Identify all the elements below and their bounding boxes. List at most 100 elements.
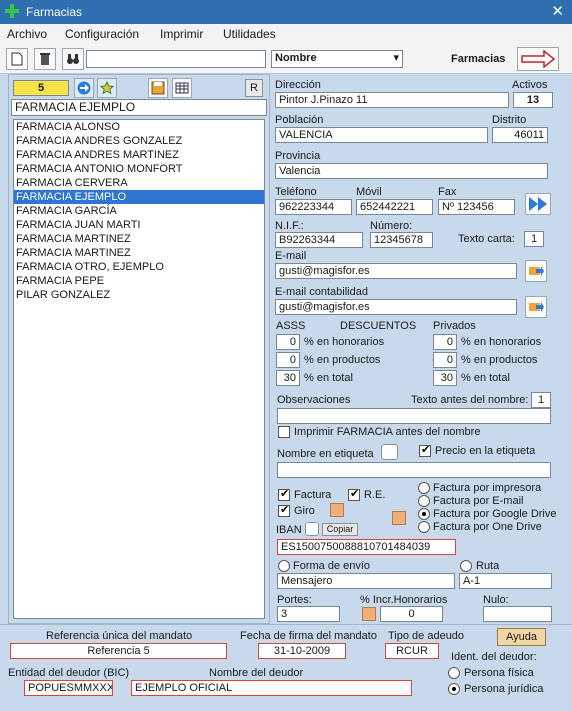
next-record-button[interactable] [74, 78, 94, 98]
activos-label: Activos [512, 79, 548, 91]
re-checkbox[interactable] [348, 487, 360, 501]
nif-field[interactable]: B92263344 [275, 232, 363, 248]
asss-productos-field[interactable]: 0 [276, 352, 300, 368]
list-item[interactable]: FARMACIA PEPE [14, 274, 264, 288]
fact-email-radio[interactable] [418, 495, 430, 507]
pharmacy-list[interactable]: FARMACIA ALONSO FARMACIA ANDRES GONZALEZ F… [13, 119, 265, 619]
list-item[interactable]: FARMACIA MARTINEZ [14, 232, 264, 246]
persona-juridica-radio[interactable] [448, 683, 460, 695]
texto-antes-field[interactable]: 1 [531, 392, 551, 408]
distrito-label: Distrito [492, 114, 527, 126]
asss-label: ASSS [276, 320, 306, 332]
giro-checkbox[interactable] [278, 503, 290, 517]
movil-field[interactable]: 652442221 [356, 199, 433, 215]
copiar-button[interactable]: Copiar [322, 523, 358, 536]
asss-honorarios-field[interactable]: 0 [276, 334, 300, 350]
incr-color-button[interactable] [362, 607, 376, 621]
menu-imprimir[interactable]: Imprimir [160, 27, 203, 41]
list-item[interactable]: FARMACIA OTRO, EJEMPLO [14, 260, 264, 274]
list-item[interactable]: FARMACIA CERVERA [14, 176, 264, 190]
close-icon[interactable]: ✕ [551, 2, 564, 20]
factura-color-button[interactable] [392, 511, 406, 525]
priv-productos-field[interactable]: 0 [433, 352, 457, 368]
observaciones-field[interactable] [277, 408, 551, 424]
list-item[interactable]: FARMACIA ALONSO [14, 120, 264, 134]
menu-configuracion[interactable]: Configuración [65, 27, 139, 41]
ruta-field[interactable]: A-1 [459, 573, 552, 589]
fact-gdrive-radio[interactable] [418, 508, 430, 520]
fax-field[interactable]: Nº 123456 [438, 199, 515, 215]
fact-onedrive-radio[interactable] [418, 521, 430, 533]
list-item[interactable]: FARMACIA JUAN MARTI [14, 218, 264, 232]
r-button[interactable]: R [245, 79, 263, 97]
portes-field[interactable]: 3 [277, 606, 340, 622]
email-field[interactable]: gusti@magisfor.es [275, 263, 517, 279]
fast-forward-icon [529, 197, 547, 211]
forma-envio-toggle[interactable] [278, 560, 290, 572]
nombre-deudor-field[interactable]: EJEMPLO OFICIAL [131, 680, 412, 696]
menu-utilidades[interactable]: Utilidades [223, 27, 276, 41]
fecha-field[interactable]: 31-10-2009 [258, 643, 346, 659]
persona-fisica-label: Persona física [464, 667, 534, 679]
delete-button[interactable] [34, 48, 56, 70]
priv-total-field[interactable]: 30 [433, 370, 457, 386]
ruta-toggle[interactable] [460, 560, 472, 572]
factura-checkbox[interactable] [278, 487, 290, 501]
list-item[interactable]: FARMACIA ANDRES MARTINEZ [14, 148, 264, 162]
direccion-field[interactable]: Pintor J.Pinazo 11 [275, 92, 509, 108]
list-item[interactable]: FARMACIA ANDRES GONZALEZ [14, 134, 264, 148]
iban-check-button[interactable] [305, 522, 319, 536]
send-email-cont-button[interactable] [525, 296, 547, 318]
menu-archivo[interactable]: Archivo [7, 27, 47, 41]
list-item[interactable]: FARMACIA MARTINEZ [14, 246, 264, 260]
list-item[interactable]: FARMACIA GARCÍA [14, 204, 264, 218]
persona-fisica-radio[interactable] [448, 667, 460, 679]
forma-envio-field[interactable]: Mensajero [277, 573, 455, 589]
go-arrow-button[interactable] [517, 47, 559, 71]
precio-etiqueta-checkbox[interactable] [419, 443, 431, 457]
sort-select[interactable]: Nombre ▾ [271, 50, 403, 68]
new-document-button[interactable] [6, 48, 28, 70]
ref-field[interactable]: Referencia 5 [10, 643, 227, 659]
nombre-etiqueta-label: Nombre en etiqueta [277, 448, 374, 460]
fact-impresora-radio[interactable] [418, 482, 430, 494]
favorite-button[interactable] [97, 78, 117, 98]
search-input[interactable] [86, 50, 266, 68]
nombre-etiqueta-button[interactable] [381, 444, 398, 460]
texto-antes-label: Texto antes del nombre: [411, 394, 529, 406]
incr-field[interactable]: 0 [380, 606, 443, 622]
current-name-field[interactable]: FARMACIA EJEMPLO [11, 99, 267, 116]
list-item[interactable]: FARMACIA EJEMPLO [14, 190, 264, 204]
ayuda-button[interactable]: Ayuda [497, 628, 546, 646]
numero-field[interactable]: 12345678 [370, 232, 433, 248]
asss-total-field[interactable]: 30 [276, 370, 300, 386]
poblacion-field[interactable]: VALENCIA [275, 127, 488, 143]
priv-honorarios-field[interactable]: 0 [433, 334, 457, 350]
provincia-field[interactable]: Valencia [275, 163, 548, 179]
texto-carta-field[interactable]: 1 [524, 231, 544, 247]
imprimir-antes-checkbox[interactable] [278, 426, 290, 438]
save-button[interactable] [148, 78, 168, 98]
email-cont-field[interactable]: gusti@magisfor.es [275, 299, 517, 315]
distrito-field[interactable]: 46011 [492, 127, 548, 143]
bic-field[interactable]: POPUESMMXXX [24, 680, 113, 696]
binoculars-icon [67, 54, 79, 64]
tipo-field[interactable]: RCUR [385, 643, 439, 659]
list-item[interactable]: FARMACIA ANTONIO MONFORT [14, 162, 264, 176]
iban-field[interactable]: ES1500750088810701484039 [277, 539, 456, 555]
list-item[interactable]: PILAR GONZALEZ [14, 288, 264, 302]
nulo-field[interactable] [483, 606, 552, 622]
activos-field[interactable]: 13 [513, 92, 553, 108]
nombre-etiqueta-field[interactable] [277, 462, 551, 478]
imprimir-antes-label: Imprimir FARMACIA antes del nombre [294, 426, 481, 438]
poblacion-label: Población [275, 114, 324, 126]
giro-color-button[interactable] [330, 503, 344, 517]
arrow-right-icon [521, 50, 556, 68]
send-email-button[interactable] [525, 260, 547, 282]
grid-view-button[interactable] [172, 78, 192, 98]
email-send-icon [529, 266, 544, 276]
telefono-field[interactable]: 962223344 [275, 199, 352, 215]
forward-button[interactable] [525, 193, 551, 215]
movil-label: Móvil [356, 186, 382, 198]
search-button[interactable] [62, 48, 84, 70]
